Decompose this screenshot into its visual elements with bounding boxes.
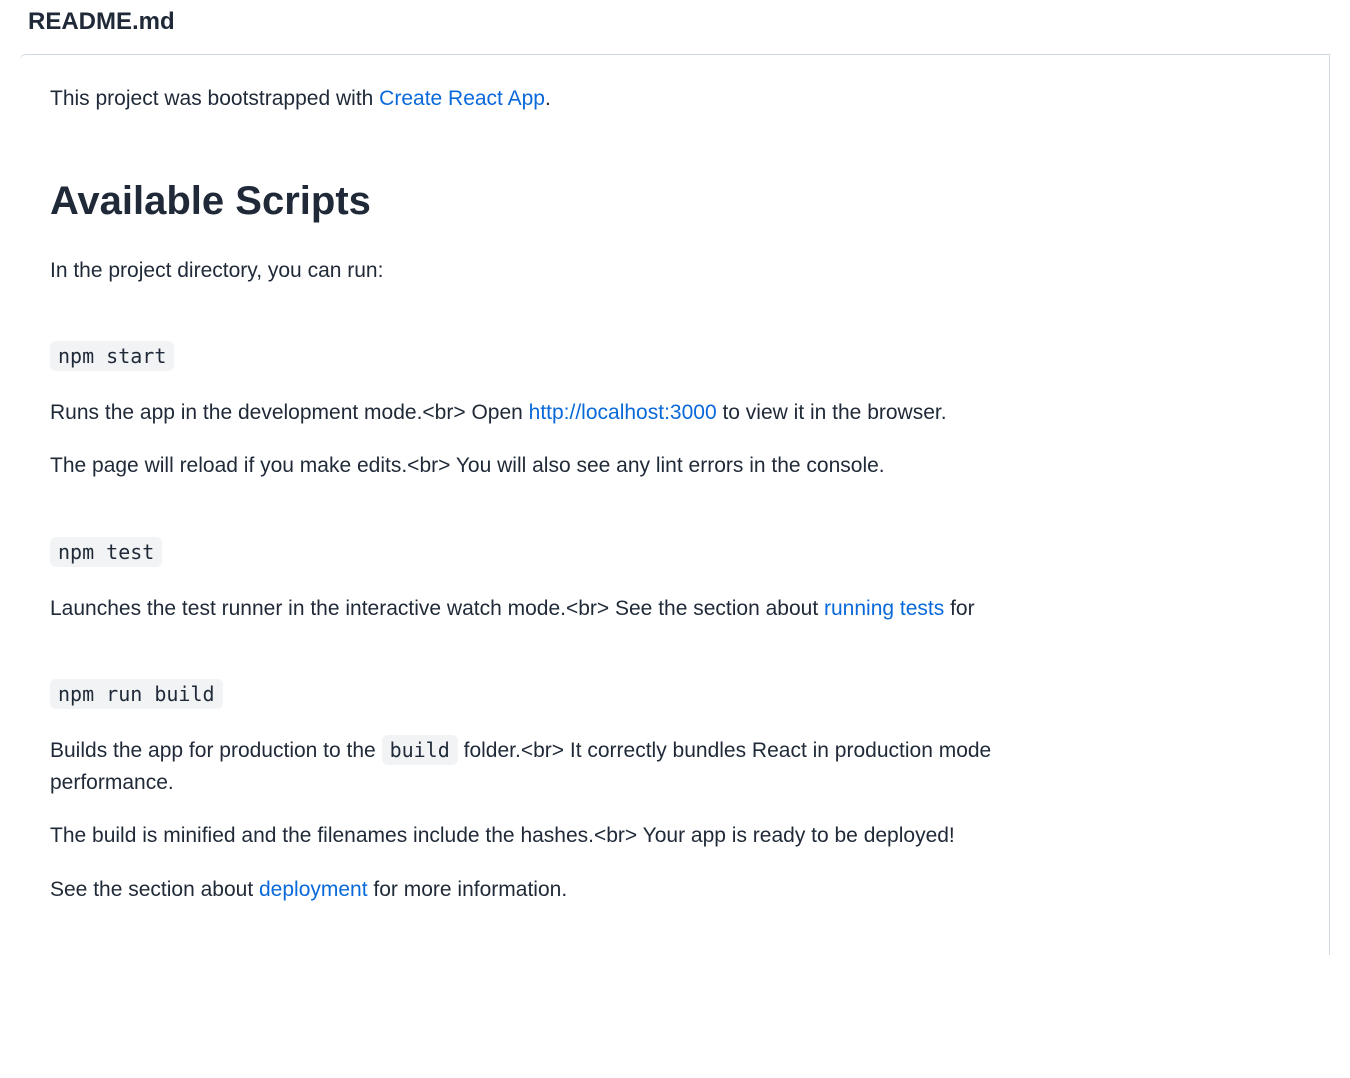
npm-start-p1a: Runs the app in the development mode.<br… — [50, 401, 529, 424]
deployment-link[interactable]: deployment — [259, 878, 368, 901]
localhost-link[interactable]: http://localhost:3000 — [529, 401, 717, 424]
npm-build-p3: See the section about deployment for mor… — [50, 874, 1299, 906]
npm-start-code: npm start — [50, 341, 174, 371]
file-title: README.md — [28, 4, 1330, 40]
npm-build-p1c: performance. — [50, 767, 1299, 799]
npm-test-p1a: Launches the test runner in the interact… — [50, 597, 824, 620]
npm-build-code: npm run build — [50, 679, 223, 709]
create-react-app-link[interactable]: Create React App — [379, 87, 545, 110]
npm-start-p2: The page will reload if you make edits.<… — [50, 450, 1299, 482]
npm-test-heading: npm test — [50, 534, 1299, 571]
npm-build-p1b: folder.<br> It correctly bundles React i… — [458, 739, 991, 762]
npm-test-code: npm test — [50, 537, 162, 567]
npm-build-p1a: Builds the app for production to the — [50, 739, 382, 762]
readme-content: This project was bootstrapped with Creat… — [20, 54, 1330, 955]
running-tests-link[interactable]: running tests — [824, 597, 944, 620]
build-folder-code: build — [382, 735, 458, 765]
npm-start-heading: npm start — [50, 338, 1299, 375]
intro-paragraph: This project was bootstrapped with Creat… — [50, 83, 1299, 115]
intro-suffix: . — [545, 87, 551, 110]
npm-build-p2: The build is minified and the filenames … — [50, 820, 1299, 852]
npm-test-p1b: for — [944, 597, 974, 620]
scripts-intro: In the project directory, you can run: — [50, 255, 1299, 287]
npm-build-heading: npm run build — [50, 676, 1299, 713]
intro-prefix: This project was bootstrapped with — [50, 87, 379, 110]
npm-test-p1: Launches the test runner in the interact… — [50, 593, 1299, 625]
npm-start-p1b: to view it in the browser. — [717, 401, 947, 424]
npm-build-p1: Builds the app for production to the bui… — [50, 735, 1299, 767]
npm-build-p3b: for more information. — [368, 878, 568, 901]
available-scripts-heading: Available Scripts — [50, 171, 1299, 231]
npm-start-p1: Runs the app in the development mode.<br… — [50, 397, 1299, 429]
npm-build-p3a: See the section about — [50, 878, 259, 901]
